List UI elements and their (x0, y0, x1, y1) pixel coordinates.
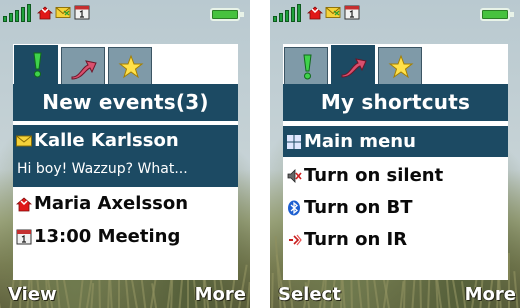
grass-blade (451, 276, 460, 308)
event-item-message[interactable]: Kalle Karlsson Hi boy! Wazzup? What... (13, 125, 238, 187)
message-icon (55, 7, 71, 18)
signal-icon (3, 4, 33, 22)
silent-icon (287, 169, 302, 183)
grass-blade (246, 282, 250, 308)
phone-screen-new-events: New events(3) Kalle Karlsson Hi boy! Waz… (0, 0, 250, 308)
softkey-left[interactable]: View (8, 282, 57, 308)
missed-call-icon (307, 6, 323, 20)
exclamation-icon (33, 52, 42, 78)
exclamation-icon (303, 54, 312, 80)
shortcuts-panel: My shortcuts Main menu Turn on silent Tu (283, 84, 508, 280)
tab-shortcuts[interactable] (331, 45, 375, 84)
event-name: 13:00 Meeting (34, 226, 181, 247)
status-bar (0, 0, 250, 26)
grass-blade (271, 272, 274, 308)
grass-blade (0, 284, 2, 308)
events-panel: New events(3) Kalle Karlsson Hi boy! Waz… (13, 84, 238, 280)
battery-icon (210, 8, 244, 21)
event-item-meeting[interactable]: 13:00 Meeting (13, 221, 238, 252)
battery-icon (480, 8, 514, 21)
tab-bar (13, 44, 238, 84)
softkey-right[interactable]: More (465, 282, 516, 308)
panel-title: New events(3) (13, 84, 238, 121)
shortcut-label: Turn on silent (304, 165, 444, 186)
calendar-icon (344, 5, 360, 20)
grass-blade (366, 276, 371, 308)
tab-shortcuts[interactable] (61, 47, 105, 84)
event-name: Kalle Karlsson (34, 130, 179, 151)
calendar-icon (16, 229, 32, 245)
panel-title: My shortcuts (283, 84, 508, 121)
envelope-icon (16, 135, 32, 147)
star-icon (118, 54, 144, 79)
tab-bar (283, 44, 508, 84)
shortcut-label: Turn on BT (304, 197, 413, 218)
shortcut-label: Turn on IR (304, 229, 408, 250)
event-item-missed-call[interactable]: Maria Axelsson (13, 188, 238, 219)
softkey-left[interactable]: Select (278, 282, 341, 308)
missed-call-icon (16, 197, 32, 212)
shortcut-silent[interactable]: Turn on silent (283, 160, 508, 191)
shortcut-label: Main menu (304, 131, 416, 152)
bluetooth-icon (288, 200, 300, 216)
missed-call-icon (37, 6, 53, 20)
tab-new-events[interactable] (284, 47, 328, 84)
tab-favorites[interactable] (378, 47, 422, 84)
star-icon (388, 54, 414, 79)
shortcut-arrow-icon (341, 58, 367, 78)
calendar-icon (74, 5, 90, 20)
event-preview: Hi boy! Wazzup? What... (17, 161, 188, 177)
tab-new-events[interactable] (14, 45, 58, 84)
signal-icon (273, 4, 303, 22)
shortcut-infrared[interactable]: Turn on IR (283, 224, 508, 255)
phone-screen-shortcuts: My shortcuts Main menu Turn on silent Tu (270, 0, 520, 308)
shortcut-main-menu[interactable]: Main menu (283, 126, 508, 157)
tab-favorites[interactable] (108, 47, 152, 84)
infrared-icon (289, 234, 302, 246)
softkey-right[interactable]: More (195, 282, 246, 308)
shortcut-arrow-icon (71, 60, 97, 80)
message-icon (325, 7, 341, 18)
main-menu-icon (287, 135, 301, 149)
status-bar (270, 0, 520, 26)
shortcut-bluetooth[interactable]: Turn on BT (283, 192, 508, 223)
event-name: Maria Axelsson (34, 193, 189, 214)
